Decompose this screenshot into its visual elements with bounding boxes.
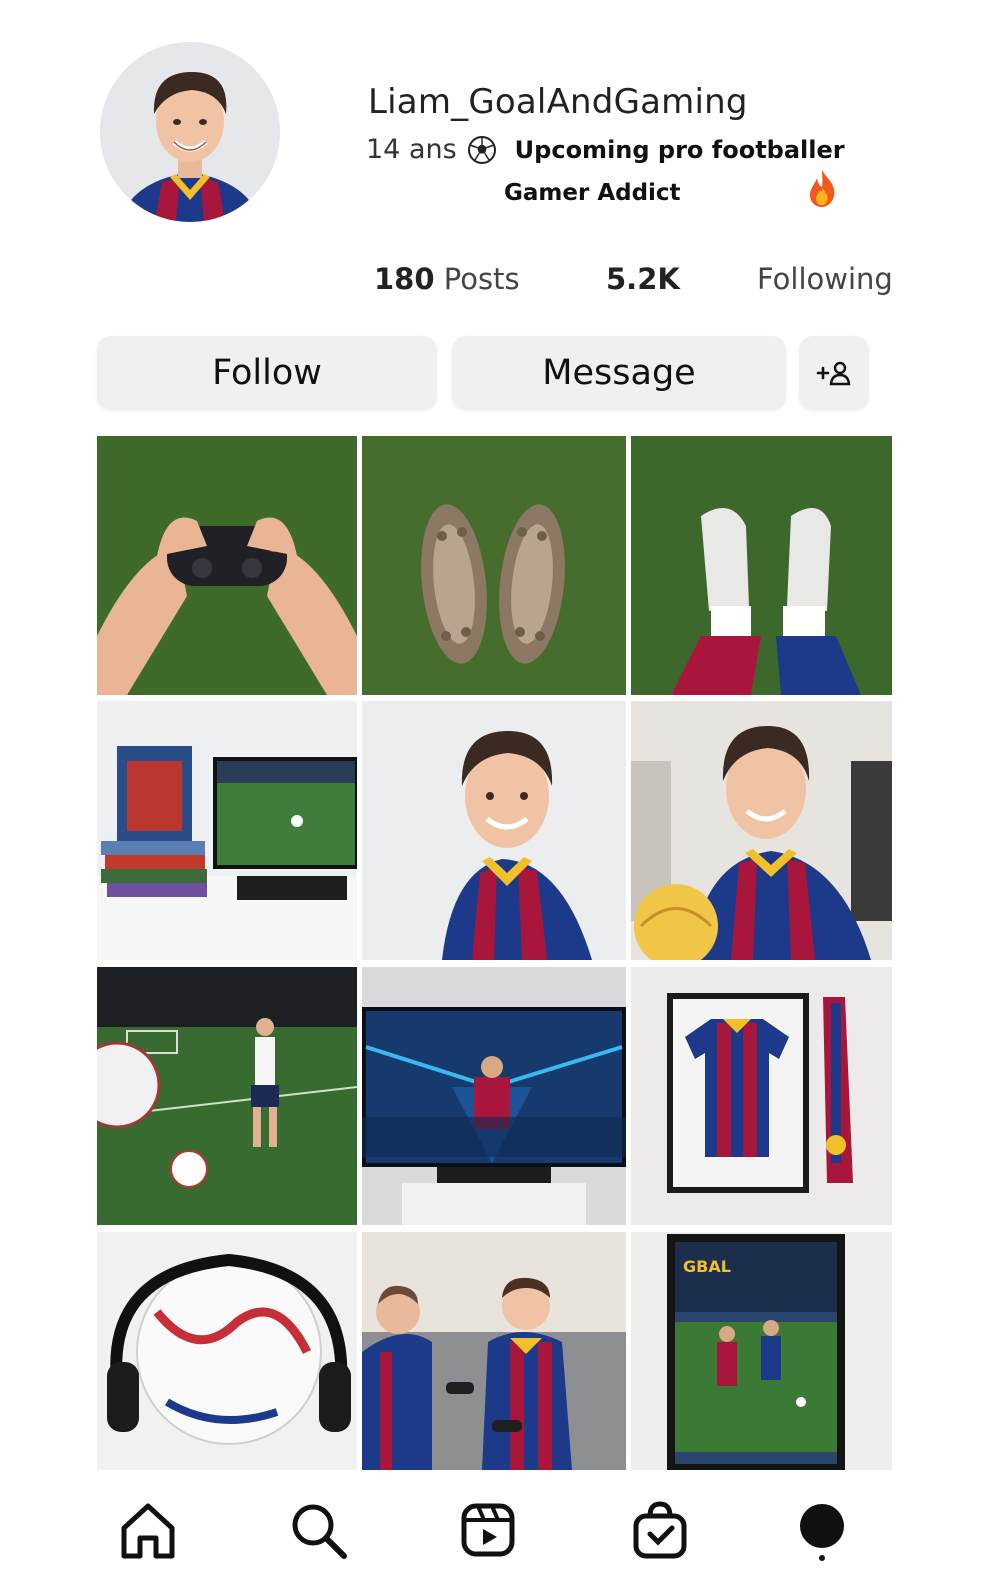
profile-bio-line2: Gamer Addict: [504, 180, 681, 206]
profile-icon[interactable]: [790, 1498, 854, 1562]
stat-followers[interactable]: 5.2K: [606, 262, 680, 296]
reels-icon[interactable]: [456, 1498, 520, 1562]
home-icon[interactable]: [116, 1498, 180, 1562]
message-button[interactable]: Message: [452, 336, 786, 410]
post-muddy-boots[interactable]: [362, 436, 626, 695]
post-framed-jersey[interactable]: [631, 967, 892, 1225]
post-poster[interactable]: GBAL: [631, 1232, 892, 1470]
following-label: Following: [757, 262, 893, 296]
suggest-users-button[interactable]: [799, 336, 869, 410]
post-white-cleats[interactable]: [631, 436, 892, 695]
post-friends-gaming[interactable]: [362, 1232, 626, 1470]
bio-age: 14 ans: [366, 134, 457, 165]
posts-label: Posts: [443, 262, 520, 296]
follow-button-label: Follow: [212, 353, 322, 393]
message-button-label: Message: [542, 353, 696, 393]
follow-button[interactable]: Follow: [97, 336, 437, 410]
post-match-play[interactable]: [97, 967, 357, 1225]
search-icon[interactable]: [286, 1498, 350, 1562]
stat-following[interactable]: Following: [757, 262, 893, 296]
shop-icon[interactable]: [628, 1498, 692, 1562]
bio-tagline: Upcoming pro footballer: [514, 135, 845, 164]
posts-count: 180: [374, 262, 435, 296]
post-selfie-store[interactable]: [631, 701, 892, 960]
stat-posts[interactable]: 180 Posts: [374, 262, 520, 296]
post-ball-headphones[interactable]: [97, 1232, 357, 1470]
profile-username: Liam_GoalAndGaming: [368, 82, 748, 122]
post-selfie-jersey[interactable]: [362, 701, 626, 960]
profile-avatar[interactable]: [100, 42, 280, 222]
post-tv-game[interactable]: [362, 967, 626, 1225]
avatar-image: [100, 42, 280, 222]
fire-icon: [810, 170, 835, 207]
svg-text:GBAL: GBAL: [683, 1257, 731, 1276]
followers-count: 5.2K: [606, 262, 680, 296]
profile-bio-line1: 14 ans Upcoming pro footballer: [366, 134, 845, 165]
post-game-setup[interactable]: [97, 701, 357, 960]
post-controller-on-grass[interactable]: [97, 436, 357, 695]
soccer-ball-icon: [467, 135, 496, 164]
add-person-icon: [816, 361, 851, 386]
